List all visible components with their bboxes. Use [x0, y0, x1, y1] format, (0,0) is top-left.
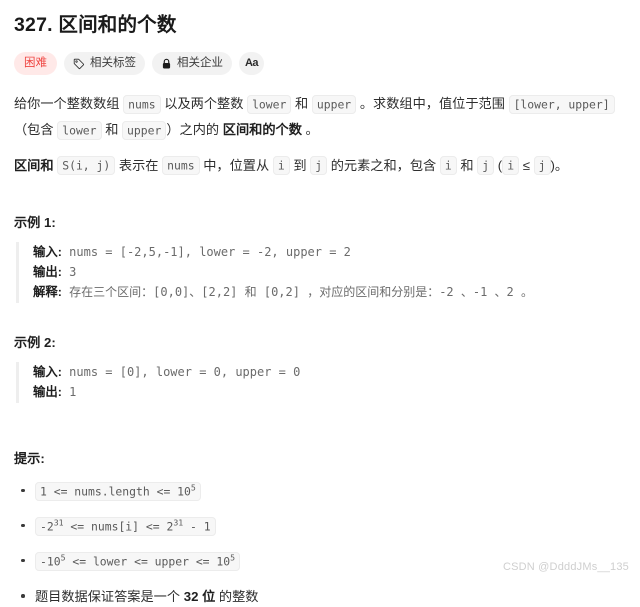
hint-code-chip: 1 <= nums.length <= 105: [35, 482, 201, 502]
related-companies-button[interactable]: 相关企业: [152, 52, 232, 76]
desc-text: 和: [456, 157, 478, 173]
code-chip-j-2: j: [477, 156, 495, 176]
input-label: 输入:: [33, 364, 62, 379]
exponent: 5: [190, 482, 196, 493]
font-size-button[interactable]: Aa: [239, 52, 264, 76]
code-chip-i-3: i: [502, 156, 520, 176]
related-companies-label: 相关企业: [177, 57, 223, 70]
example-1-block: 输入: nums = [-2,5,-1], lower = -2, upper …: [16, 241, 626, 303]
related-tags-label: 相关标签: [90, 57, 136, 70]
code-chip-nums-2: nums: [162, 156, 200, 176]
description-paragraph-2: 区间和 S(i, j) 表示在 nums 中，位置从 i 到 j 的元素之和，包…: [14, 153, 626, 179]
input-value: nums = [-2,5,-1], lower = -2, upper = 2: [61, 244, 351, 259]
hint-item: 题目数据保证答案是一个 32 位 的整数: [14, 586, 626, 607]
related-tags-button[interactable]: 相关标签: [64, 52, 145, 76]
desc-text: 的元素之和，包含: [327, 157, 440, 173]
desc-text: （包含: [14, 122, 58, 138]
hint-code-chip: -105 <= lower <= upper <= 105: [35, 552, 241, 572]
hints-list: 1 <= nums.length <= 105 -231 <= nums[i] <…: [14, 481, 626, 607]
desc-bold-term: 区间和的个数: [222, 122, 302, 138]
tag-icon: [73, 58, 85, 70]
code-chip-i: i: [272, 156, 290, 176]
code-chip-range: [lower, upper]: [508, 94, 615, 114]
desc-text: ≤: [519, 157, 534, 173]
example-2-block: 输入: nums = [0], lower = 0, upper = 0 输出:…: [16, 361, 626, 403]
input-label: 输入:: [33, 244, 62, 259]
code-chip-lower-2: lower: [57, 120, 102, 140]
output-label: 输出:: [33, 264, 62, 279]
hint-code-chip: -231 <= nums[i] <= 231 - 1: [35, 517, 216, 537]
desc-text: (: [494, 157, 503, 173]
desc-bold-term-2: 区间和: [14, 157, 54, 173]
hint-bold: 32 位: [183, 589, 216, 605]
input-value: nums = [0], lower = 0, upper = 0: [61, 364, 301, 379]
description-paragraph-1: 给你一个整数数组 nums 以及两个整数 lower 和 upper 。求数组中…: [14, 91, 626, 142]
output-value: 1: [61, 385, 77, 400]
hints-heading: 提示:: [14, 450, 45, 466]
desc-text: 到: [289, 157, 311, 173]
lock-icon: [161, 58, 172, 70]
desc-text: 中，位置从: [199, 157, 273, 173]
example-2-output: 输出: 1: [33, 382, 626, 402]
exponent: 31: [173, 518, 184, 529]
problem-page: 327. 区间和的个数 困难 相关标签 相关企业 Aa 给你一个整数数组 num…: [0, 0, 640, 607]
desc-text: 表示在: [115, 157, 163, 173]
example-1-input: 输入: nums = [-2,5,-1], lower = -2, upper …: [33, 242, 626, 262]
difficulty-label: 困难: [24, 57, 47, 70]
desc-text: 。: [301, 122, 319, 138]
code-chip-upper-2: upper: [122, 120, 167, 140]
exponent: 31: [53, 518, 64, 529]
desc-text: 和: [291, 96, 312, 112]
desc-text: 和: [101, 122, 123, 138]
page-title: 327. 区间和的个数: [14, 14, 177, 36]
code-chip-i-2: i: [439, 156, 457, 176]
watermark: CSDN @DdddJMs__135: [502, 561, 629, 573]
code-chip-upper: upper: [311, 94, 357, 114]
font-size-icon: Aa: [244, 57, 259, 70]
explanation-label: 解释:: [33, 285, 62, 300]
example-2-heading: 示例 2:: [14, 334, 56, 350]
code-chip-nums: nums: [123, 94, 161, 114]
exponent: 5: [60, 553, 66, 564]
exponent: 5: [230, 553, 236, 564]
desc-text: 。求数组中，值位于范围: [356, 96, 509, 112]
desc-text: ）之内的: [166, 122, 223, 138]
example-1-output: 输出: 3: [33, 262, 626, 282]
hint-text: 的整数: [215, 589, 259, 605]
example-1-explanation: 解释: 存在三个区间：[0,0]、[2,2] 和 [0,2] ，对应的区间和分别…: [33, 282, 626, 302]
explanation-value: 存在三个区间：[0,0]、[2,2] 和 [0,2] ，对应的区间和分别是：-2…: [61, 285, 533, 300]
code-chip-sij: S(i, j): [57, 156, 116, 176]
output-value: 3: [61, 264, 77, 279]
example-1-heading: 示例 1:: [14, 214, 56, 230]
desc-text: 给你一个整数数组: [14, 96, 124, 112]
desc-text: )。: [550, 157, 569, 173]
difficulty-badge: 困难: [14, 52, 57, 76]
output-label: 输出:: [33, 385, 62, 400]
hint-item: -231 <= nums[i] <= 231 - 1: [14, 516, 626, 537]
code-chip-j-3: j: [533, 156, 551, 176]
code-chip-lower: lower: [247, 94, 292, 114]
desc-text: 以及两个整数: [160, 96, 248, 112]
code-chip-j: j: [310, 156, 328, 176]
hint-item: 1 <= nums.length <= 105: [14, 481, 626, 502]
hint-text: 题目数据保证答案是一个: [35, 589, 184, 605]
example-2-input: 输入: nums = [0], lower = 0, upper = 0: [33, 362, 626, 382]
problem-meta-badges: 困难 相关标签 相关企业 Aa: [14, 52, 626, 76]
